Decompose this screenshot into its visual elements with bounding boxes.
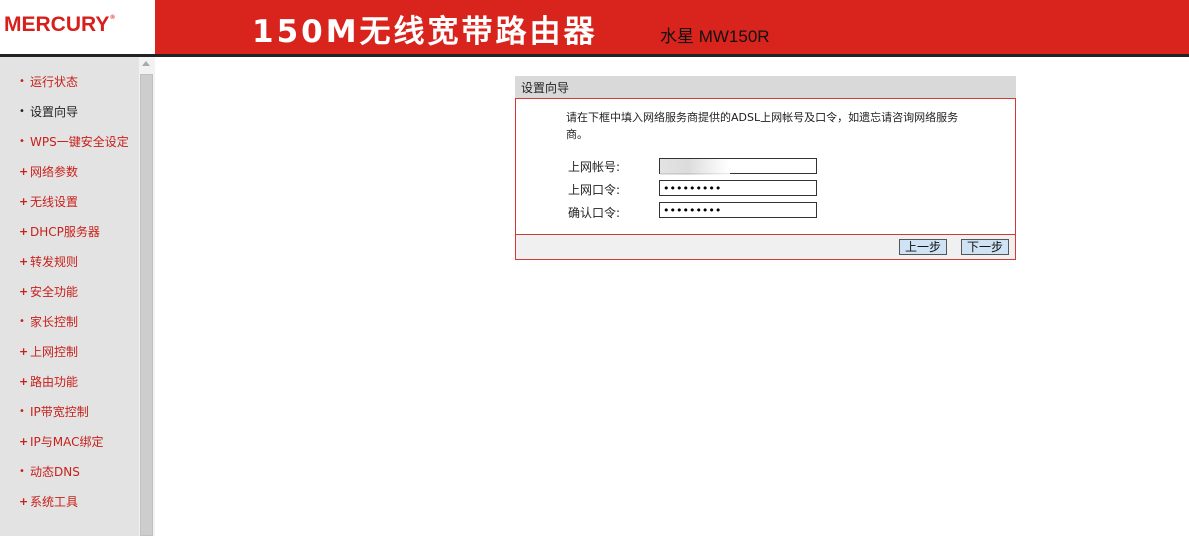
password-input[interactable]: ••••••••• xyxy=(659,180,817,196)
panel-title: 设置向导 xyxy=(515,76,1016,98)
bullet-icon: • xyxy=(19,466,25,477)
account-row: 上网帐号: xyxy=(568,158,659,175)
sidebar-item[interactable]: + 无线设置 xyxy=(0,187,129,217)
prev-step-button[interactable]: 上一步 xyxy=(899,239,947,255)
expand-plus-icon: + xyxy=(19,255,29,268)
header-divider xyxy=(0,54,1189,57)
sidebar-item[interactable]: • 家长控制 xyxy=(0,307,129,337)
sidebar-scrollbar[interactable] xyxy=(139,57,155,536)
sidebar-item-label: 安全功能 xyxy=(30,285,79,299)
bullet-icon: • xyxy=(19,136,25,147)
expand-plus-icon: + xyxy=(19,495,29,508)
logo-area: MERCURY® xyxy=(0,0,155,54)
sidebar-menu: • 运行状态 • 设置向导 • WPS一键安全设定 + 网络参数 + 无线设置 + DHCP服务器 + 转… xyxy=(0,67,129,517)
redacted-blur xyxy=(660,159,730,175)
expand-plus-icon: + xyxy=(19,285,29,298)
bullet-icon: • xyxy=(19,76,25,87)
sidebar-item-label: 家长控制 xyxy=(30,315,79,329)
scroll-up-arrow-icon[interactable] xyxy=(142,61,150,66)
sidebar-item[interactable]: • WPS一键安全设定 xyxy=(0,127,129,157)
sidebar-item[interactable]: • 设置向导 xyxy=(0,97,129,127)
account-label: 上网帐号: xyxy=(568,160,621,174)
header: MERCURY® 150M无线宽带路由器 水星 MW150R xyxy=(0,0,1189,54)
confirm-value: ••••••••• xyxy=(663,204,722,217)
bullet-icon: • xyxy=(19,406,25,417)
wizard-description: 请在下框中填入网络服务商提供的ADSL上网帐号及口令，如遗忘请咨询网络服务商。 xyxy=(566,111,959,141)
sidebar-item[interactable]: • IP带宽控制 xyxy=(0,397,129,427)
mercury-logo: MERCURY® xyxy=(4,13,115,37)
bullet-icon: • xyxy=(19,316,25,327)
password-label: 上网口令: xyxy=(568,183,621,197)
account-input[interactable] xyxy=(659,158,817,175)
sidebar-item-label: 系统工具 xyxy=(30,495,79,509)
setup-wizard-panel: 设置向导 请在下框中填入网络服务商提供的ADSL上网帐号及口令，如遗忘请咨询网络… xyxy=(515,76,1016,260)
expand-plus-icon: + xyxy=(19,375,29,388)
bullet-icon: • xyxy=(19,106,25,117)
confirm-password-input[interactable]: ••••••••• xyxy=(659,202,817,218)
sidebar-item-label: 设置向导 xyxy=(30,105,79,119)
logo-text: MERCURY xyxy=(4,13,110,36)
expand-plus-icon: + xyxy=(19,225,29,238)
sidebar-item[interactable]: + DHCP服务器 xyxy=(0,217,129,247)
sidebar-item[interactable]: + 安全功能 xyxy=(0,277,129,307)
expand-plus-icon: + xyxy=(19,345,29,358)
product-title: 150M无线宽带路由器 xyxy=(252,14,598,50)
scrollbar-thumb[interactable] xyxy=(140,74,153,536)
panel-footer: 上一步 下一步 xyxy=(516,235,1015,259)
password-value: ••••••••• xyxy=(663,182,722,195)
sidebar-item-label: IP带宽控制 xyxy=(30,405,89,419)
expand-plus-icon: + xyxy=(19,165,29,178)
sidebar-item-label: 网络参数 xyxy=(30,165,79,179)
sidebar-item-label: 上网控制 xyxy=(30,345,79,359)
sidebar-item-label: IP与MAC绑定 xyxy=(30,435,104,449)
sidebar-item[interactable]: + 路由功能 xyxy=(0,367,129,397)
password-row: 上网口令: xyxy=(568,181,659,198)
expand-plus-icon: + xyxy=(19,435,29,448)
sidebar-item[interactable]: • 运行状态 xyxy=(0,67,129,97)
expand-plus-icon: + xyxy=(19,195,29,208)
sidebar-item[interactable]: + IP与MAC绑定 xyxy=(0,427,129,457)
product-model: 水星 MW150R xyxy=(660,27,770,46)
sidebar-item-label: 动态DNS xyxy=(30,465,80,479)
panel-body: 请在下框中填入网络服务商提供的ADSL上网帐号及口令，如遗忘请咨询网络服务商。 … xyxy=(515,98,1016,260)
confirm-row: 确认口令: xyxy=(568,204,659,221)
next-step-button[interactable]: 下一步 xyxy=(961,239,1009,255)
sidebar-item[interactable]: + 转发规则 xyxy=(0,247,129,277)
sidebar-item[interactable]: + 系统工具 xyxy=(0,487,129,517)
sidebar-item-label: 运行状态 xyxy=(30,75,79,89)
sidebar-item-label: WPS一键安全设定 xyxy=(30,135,129,149)
sidebar-item-label: 无线设置 xyxy=(30,195,79,209)
sidebar-item-label: DHCP服务器 xyxy=(30,225,100,239)
registered-mark: ® xyxy=(110,15,115,21)
sidebar-item-label: 路由功能 xyxy=(30,375,79,389)
sidebar-item[interactable]: • 动态DNS xyxy=(0,457,129,487)
confirm-label: 确认口令: xyxy=(568,206,621,220)
sidebar-item-label: 转发规则 xyxy=(30,255,79,269)
sidebar: • 运行状态 • 设置向导 • WPS一键安全设定 + 网络参数 + 无线设置 + DHCP服务器 + 转… xyxy=(0,57,139,536)
sidebar-item[interactable]: + 上网控制 xyxy=(0,337,129,367)
sidebar-item[interactable]: + 网络参数 xyxy=(0,157,129,187)
